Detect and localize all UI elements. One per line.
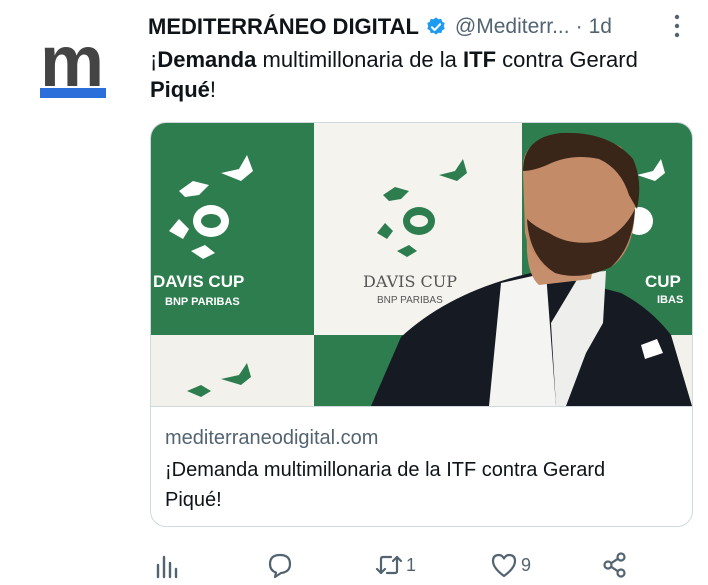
- action-bar: 1 9: [0, 545, 708, 585]
- like-button[interactable]: 9: [490, 545, 531, 585]
- timestamp[interactable]: 1d: [589, 15, 612, 39]
- retweet-button[interactable]: 1: [375, 545, 416, 585]
- share-button[interactable]: [601, 545, 629, 585]
- reply-button[interactable]: [266, 545, 294, 585]
- avatar-underline: [40, 88, 106, 98]
- davis-cup-text-center: DAVIS CUP: [363, 272, 457, 291]
- speech-bubble-icon: [268, 553, 292, 579]
- bar-chart-icon: [156, 555, 178, 579]
- like-count: 9: [521, 554, 532, 575]
- account-handle[interactable]: @Mediterr...: [455, 15, 570, 39]
- tweet-text-part: contra Gerard: [496, 47, 638, 72]
- tweet-text-bold: Demanda: [157, 47, 257, 72]
- tweet-text-bold: ITF: [463, 47, 497, 72]
- heart-icon: [491, 553, 517, 578]
- account-name[interactable]: MEDITERRÁNEO DIGITAL: [148, 14, 419, 40]
- views-button[interactable]: [154, 545, 182, 585]
- verified-badge-icon: [427, 17, 445, 35]
- share-icon: [603, 552, 626, 578]
- davis-cup-text-right: CUP: [645, 272, 681, 291]
- card-image[interactable]: DAVIS CUP BNP PARIBAS DAVIS CUP BNP PARI…: [151, 123, 692, 406]
- card-domain[interactable]: mediterraneodigital.com: [165, 427, 378, 450]
- card-title[interactable]: ¡Demanda multimillonaria de la ITF contr…: [165, 455, 665, 515]
- separator-dot: ·: [575, 15, 583, 38]
- retweet-count: 1: [406, 554, 417, 575]
- backdrop-white-left: [151, 335, 314, 406]
- tweet-header: MEDITERRÁNEO DIGITAL @Mediterr... · 1d: [148, 12, 693, 42]
- bnp-text-center: BNP PARIBAS: [377, 295, 443, 306]
- link-card[interactable]: DAVIS CUP BNP PARIBAS DAVIS CUP BNP PARI…: [150, 122, 693, 527]
- avatar[interactable]: m: [34, 22, 110, 104]
- tweet-text: ¡Demanda multimillonaria de la ITF contr…: [150, 45, 698, 105]
- card-meta: mediterraneodigital.com ¡Demanda multimi…: [151, 406, 692, 526]
- tweet-text-bold: Piqué: [150, 77, 210, 102]
- davis-cup-text-left: DAVIS CUP: [153, 272, 244, 291]
- retweet-icon: [375, 555, 403, 575]
- tweet-text-part: !: [209, 77, 217, 102]
- tweet-text-part: multimillonaria de la: [256, 47, 464, 72]
- more-options-icon[interactable]: [670, 12, 684, 40]
- bnp-text-left: BNP PARIBAS: [165, 296, 240, 308]
- bnp-text-right: IBAS: [657, 294, 683, 306]
